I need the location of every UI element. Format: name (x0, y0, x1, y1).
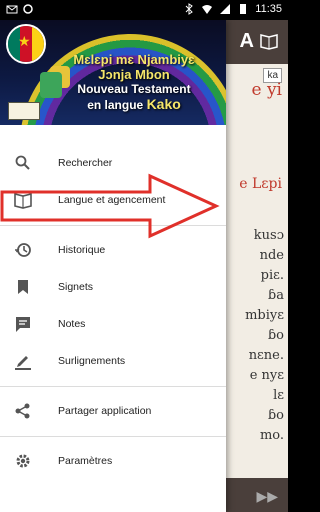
menu-item-label: Partager application (58, 405, 152, 417)
mail-icon (6, 3, 18, 15)
menu-item-settings[interactable]: Paramètres (0, 443, 226, 480)
text-line: kusɔ (253, 228, 284, 243)
section-heading-fragment: e Lɛpi (239, 176, 282, 192)
note-icon (14, 315, 32, 333)
menu-item-share-app[interactable]: Partager application (0, 393, 226, 430)
menu-item-highlights[interactable]: Surlignements (0, 343, 226, 380)
header-line-1: Mɛlɛpi mɛ Njambiyɛ (73, 52, 195, 67)
status-bar: 11:35 (0, 0, 288, 20)
highlight-arrow-icon (0, 173, 220, 239)
text-line: piɛ. (260, 268, 284, 283)
header-line-4-prefix: en langue (87, 98, 144, 112)
text-line: mo. (259, 428, 284, 443)
header-line-3: Nouveau Testament (77, 82, 191, 96)
cameroon-flag-icon: ★ (6, 24, 46, 64)
book-icon[interactable] (260, 32, 278, 50)
language-name: Kako (146, 96, 181, 112)
text-line: lɛ (273, 388, 284, 403)
next-track-icon[interactable]: ▶▶ (256, 488, 278, 505)
gear-icon (14, 452, 32, 470)
text-line: nɛne. (248, 348, 284, 363)
menu-item-notes[interactable]: Notes (0, 306, 226, 343)
signal-icon (219, 3, 231, 15)
sync-icon (22, 3, 34, 15)
text-line: ɓo (267, 328, 284, 343)
wifi-icon (201, 3, 213, 15)
share-icon (14, 402, 32, 420)
menu-item-label: Paramètres (58, 455, 113, 467)
menu-item-label: Rechercher (58, 157, 113, 169)
text-line: nde (259, 248, 284, 263)
menu-item-label: Signets (58, 281, 94, 293)
navigation-drawer: ★ Mɛlɛpi mɛ Njambiyɛ Jɔnja Mbon Nouveau … (0, 20, 226, 512)
divider (0, 386, 226, 387)
text-line: e nyɛ (249, 368, 284, 383)
header-line-2: Jɔnja Mbon (98, 67, 170, 82)
book-title-fragment: e yi (251, 80, 282, 100)
highlight-icon (14, 352, 32, 370)
clock: 11:35 (255, 3, 282, 15)
battery-icon (237, 3, 249, 15)
history-icon (14, 241, 32, 259)
bookmark-icon (14, 278, 32, 296)
open-book-graphic (8, 102, 40, 120)
menu-item-label: Notes (58, 318, 86, 330)
menu-item-label: Historique (58, 244, 106, 256)
header-title: Mɛlɛpi mɛ Njambiyɛ Jɔnja Mbon Nouveau Te… (44, 52, 224, 113)
font-size-icon[interactable]: A (240, 30, 254, 53)
menu-item-label: Surlignements (58, 355, 126, 367)
menu-item-bookmarks[interactable]: Signets (0, 269, 226, 306)
drawer-header: ★ Mɛlɛpi mɛ Njambiyɛ Jɔnja Mbon Nouveau … (0, 20, 226, 125)
header-line-4: en langue Kako (44, 97, 224, 113)
divider (0, 436, 226, 437)
text-line: ɓo (267, 408, 284, 423)
bluetooth-icon (183, 3, 195, 15)
text-line: mbiyɛ (245, 308, 284, 323)
text-line: ɓa (267, 288, 284, 303)
